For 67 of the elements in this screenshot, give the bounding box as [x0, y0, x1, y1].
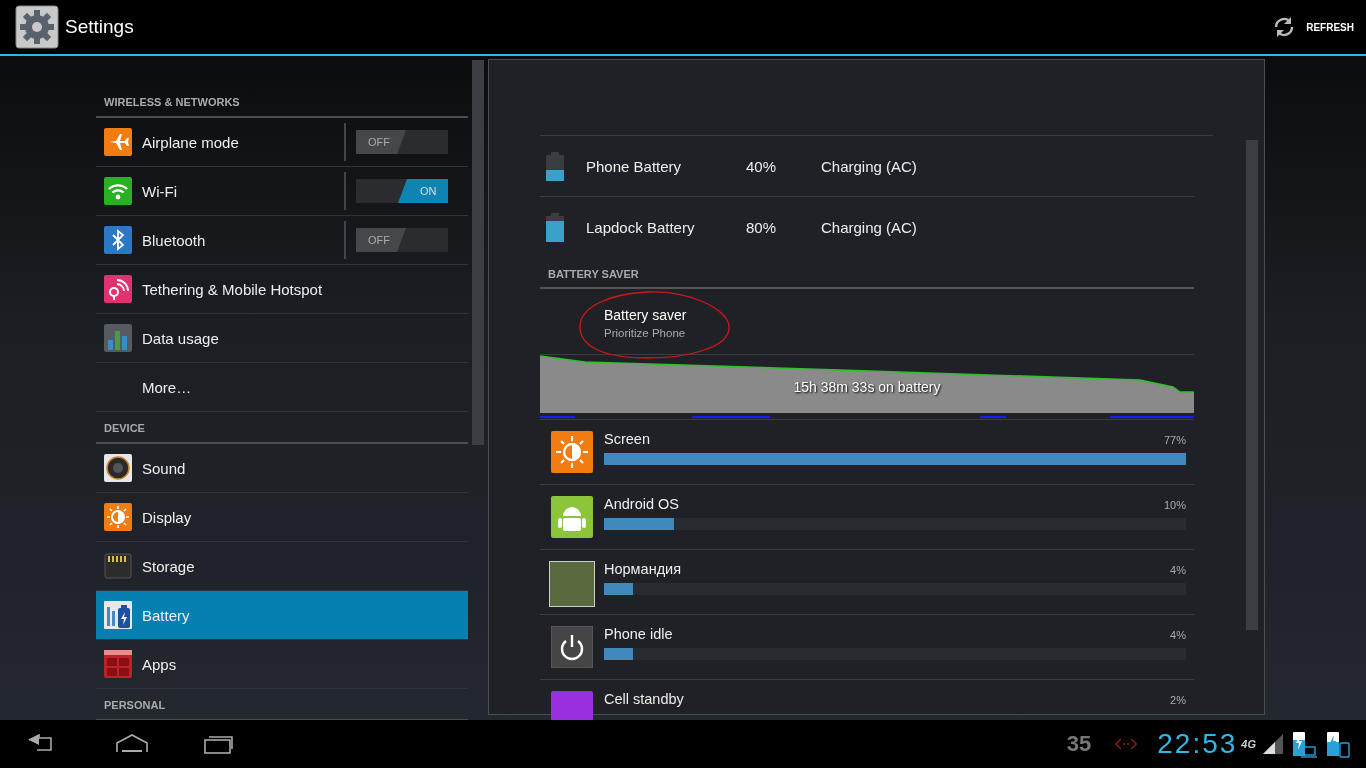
app-grid-icon [104, 650, 132, 678]
usage-percent: 4% [1170, 629, 1186, 641]
usage-name: Cell standby [604, 691, 684, 707]
signal-strength-icon [1262, 733, 1284, 755]
home-icon [116, 734, 148, 754]
usage-percent: 77% [1163, 434, 1186, 446]
robot-icon [551, 496, 593, 538]
usage-percent: 2% [1170, 694, 1186, 706]
sidebar-item[interactable]: Sound [96, 444, 468, 493]
phone-battery-icon [1326, 729, 1352, 759]
usage-item[interactable]: Screen 77% [540, 420, 1194, 485]
charging-status: Charging (AC) [821, 218, 917, 236]
speaker-icon [104, 454, 132, 482]
bluetooth-icon [104, 226, 132, 254]
usage-item[interactable]: Android OS 10% [540, 485, 1194, 550]
app-title: Settings [65, 16, 134, 38]
sidebar-item[interactable]: Tethering & Mobile Hotspot [96, 265, 468, 314]
sidebar-item[interactable]: Apps [96, 640, 468, 689]
usage-name: Android OS [604, 496, 679, 512]
network-type: 4G [1241, 738, 1256, 750]
battery-chart-icon [104, 601, 132, 629]
photo-placeholder [549, 561, 595, 607]
battery-name: Phone Battery [586, 157, 683, 175]
section-header: WIRELESS & NETWORKS [96, 86, 468, 118]
airplane-icon [104, 128, 132, 156]
sidebar-item[interactable]: Airplane mode OFF [96, 118, 468, 167]
scrollbar[interactable] [1246, 140, 1258, 630]
sidebar-item[interactable]: More… [96, 363, 468, 412]
battery-percent: 40% [746, 157, 778, 175]
graph-caption: 15h 38m 33s on battery [792, 379, 942, 395]
clock[interactable]: 22:53 [1157, 728, 1238, 760]
recent-apps-icon [204, 734, 236, 754]
data-transfer-icon [1115, 738, 1138, 750]
power-icon [551, 626, 593, 668]
notification-count[interactable]: 35 [1066, 731, 1092, 757]
charging-status: Charging (AC) [821, 157, 917, 175]
usage-item[interactable]: Phone idle 4% [540, 615, 1194, 680]
usage-name: Нормандия [604, 561, 682, 577]
toggle-switch[interactable]: OFF [356, 228, 448, 252]
settings-gear-icon [15, 5, 59, 49]
usage-name: Phone idle [604, 626, 673, 642]
brightness-icon [551, 431, 593, 473]
toggle-switch[interactable]: OFF [356, 130, 448, 154]
battery-icon [546, 151, 564, 181]
brightness-icon [104, 503, 132, 531]
section-header: DEVICE [96, 412, 468, 444]
hotspot-icon [104, 275, 132, 303]
battery-name: Lapdock Battery [586, 218, 696, 236]
wifi-icon [104, 177, 132, 205]
sidebar-item[interactable]: Display [96, 493, 468, 542]
battery-icon [546, 212, 564, 242]
memory-card-icon [104, 552, 132, 580]
battery-saver-item[interactable]: Battery saver Prioritize Phone [540, 289, 1194, 355]
sidebar-item[interactable]: Wi-Fi ON [96, 167, 468, 216]
sidebar-item[interactable]: Data usage [96, 314, 468, 363]
usage-percent: 10% [1163, 499, 1186, 511]
usage-name: Screen [604, 431, 650, 447]
usage-item[interactable]: Нормандия 4% [540, 550, 1194, 615]
section-header: BATTERY SAVER [540, 263, 1194, 289]
scrollbar[interactable] [472, 60, 484, 445]
sidebar-item[interactable]: Bluetooth OFF [96, 216, 468, 265]
battery-percent: 80% [746, 218, 778, 236]
refresh-button[interactable]: REFRESH [1268, 11, 1358, 43]
laptop-battery-icon [1292, 729, 1318, 759]
sidebar-item[interactable]: Battery [96, 591, 468, 640]
bar-chart-icon [104, 324, 132, 352]
usage-percent: 4% [1170, 564, 1186, 576]
